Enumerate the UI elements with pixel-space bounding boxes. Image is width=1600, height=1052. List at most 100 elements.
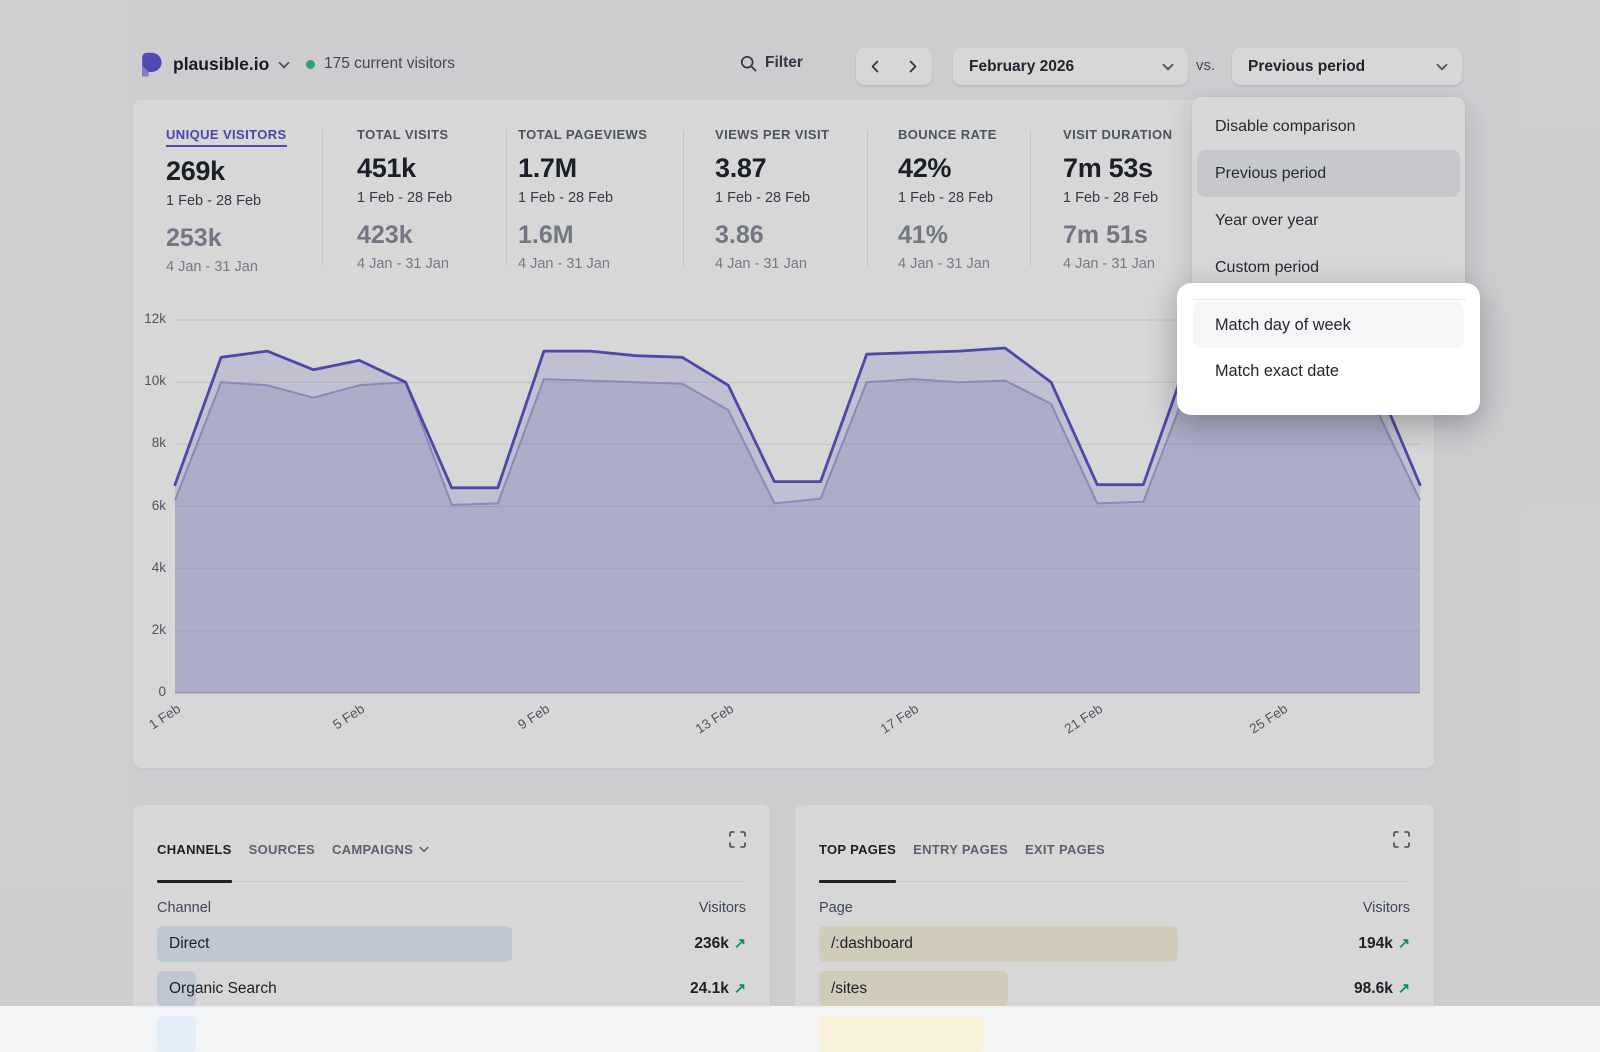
tab-sources[interactable]: SOURCES bbox=[249, 817, 315, 881]
row-label[interactable]: Organic Search bbox=[169, 980, 277, 998]
row-bar bbox=[157, 1016, 196, 1052]
row-value: 24.1k bbox=[690, 980, 729, 998]
metric-value: 269k bbox=[166, 158, 287, 185]
metric-divider bbox=[683, 130, 684, 266]
comparison-dropdown[interactable]: Previous period bbox=[1232, 48, 1462, 85]
metric-prev-value: 3.86 bbox=[715, 223, 829, 248]
menu-item-disable-comparison[interactable]: Disable comparison bbox=[1192, 103, 1465, 150]
metric-divider bbox=[322, 130, 323, 266]
expand-icon[interactable] bbox=[1393, 831, 1410, 848]
metric-value: 451k bbox=[357, 155, 452, 182]
table-row[interactable]: /sites 98.6k ↗ bbox=[819, 971, 1410, 1007]
row-label[interactable]: /:dashboard bbox=[831, 935, 913, 953]
menu-item-match-day-of-week[interactable]: Match day of week bbox=[1193, 302, 1464, 348]
column-header-channel: Channel bbox=[157, 900, 211, 916]
trend-up-icon: ↗ bbox=[734, 936, 746, 952]
match-options-popup: Match day of week Match exact date bbox=[1177, 283, 1480, 415]
metric-total-pageviews[interactable]: TOTAL PAGEVIEWS 1.7M 1 Feb - 28 Feb 1.6M… bbox=[518, 126, 647, 272]
row-label[interactable]: /sites bbox=[831, 980, 867, 998]
tab-label: TOP PAGES bbox=[819, 842, 896, 857]
metric-period: 1 Feb - 28 Feb bbox=[357, 190, 452, 206]
row-label[interactable]: Direct bbox=[169, 935, 209, 953]
metric-prev-value: 1.6M bbox=[518, 223, 647, 248]
chevron-down-icon bbox=[1162, 63, 1174, 71]
metric-period: 1 Feb - 28 Feb bbox=[166, 193, 287, 209]
current-visitors[interactable]: 175 current visitors bbox=[306, 55, 455, 73]
expand-icon[interactable] bbox=[729, 831, 746, 848]
metric-prev-value: 253k bbox=[166, 226, 287, 251]
channels-rows: Direct 236k↗ Organic Search 24.1k ↗ bbox=[157, 926, 746, 1052]
menu-item-match-exact-date[interactable]: Match exact date bbox=[1193, 348, 1464, 394]
metric-prev-value: 423k bbox=[357, 223, 452, 248]
search-icon bbox=[740, 55, 757, 72]
tab-channels[interactable]: CHANNELS bbox=[157, 817, 232, 881]
metric-prev-value: 41% bbox=[898, 223, 997, 248]
row-value: 98.6k bbox=[1354, 980, 1393, 998]
prev-period-arrow-button[interactable] bbox=[856, 60, 894, 73]
metric-period: 1 Feb - 28 Feb bbox=[898, 190, 997, 206]
metric-period: 1 Feb - 28 Feb bbox=[518, 190, 647, 206]
metric-period: 1 Feb - 28 Feb bbox=[1063, 190, 1172, 206]
column-header-visitors: Visitors bbox=[699, 900, 746, 916]
metric-label: UNIQUE VISITORS bbox=[166, 127, 287, 147]
metric-prev-period: 4 Jan - 31 Jan bbox=[357, 256, 452, 272]
table-row-partial[interactable] bbox=[157, 1016, 746, 1052]
chevron-down-icon bbox=[278, 61, 290, 69]
filter-button[interactable]: Filter bbox=[740, 54, 803, 72]
channels-tabs: CHANNELS SOURCES CAMPAIGNS bbox=[157, 805, 746, 882]
metric-unique-visitors[interactable]: UNIQUE VISITORS 269k 1 Feb - 28 Feb 253k… bbox=[166, 126, 287, 275]
metric-value: 3.87 bbox=[715, 155, 829, 182]
channels-panel: CHANNELS SOURCES CAMPAIGNS Channel Visit… bbox=[133, 805, 770, 1006]
live-dot-icon bbox=[306, 60, 315, 69]
metric-divider bbox=[506, 130, 507, 266]
metric-value: 7m 53s bbox=[1063, 155, 1172, 182]
metric-views-per-visit[interactable]: VIEWS PER VISIT 3.87 1 Feb - 28 Feb 3.86… bbox=[715, 126, 829, 272]
y-axis-tick: 0 bbox=[118, 684, 166, 699]
tab-exit-pages[interactable]: EXIT PAGES bbox=[1025, 817, 1105, 881]
tab-campaigns[interactable]: CAMPAIGNS bbox=[332, 817, 429, 881]
metric-period: 1 Feb - 28 Feb bbox=[715, 190, 829, 206]
row-value: 194k bbox=[1358, 935, 1392, 953]
comparison-label: Previous period bbox=[1248, 58, 1365, 76]
metric-bounce-rate[interactable]: BOUNCE RATE 42% 1 Feb - 28 Feb 41% 4 Jan… bbox=[898, 126, 997, 272]
metric-label: TOTAL VISITS bbox=[357, 127, 448, 142]
comparison-menu: Disable comparison Previous period Year … bbox=[1192, 97, 1465, 297]
current-visitors-label: 175 current visitors bbox=[324, 55, 455, 73]
date-pager bbox=[856, 48, 932, 85]
date-range-label: February 2026 bbox=[969, 58, 1074, 76]
menu-item-previous-period[interactable]: Previous period bbox=[1197, 150, 1460, 197]
table-row[interactable]: /:dashboard 194k↗ bbox=[819, 926, 1410, 962]
pages-tabs: TOP PAGES ENTRY PAGES EXIT PAGES bbox=[819, 805, 1410, 882]
y-axis-tick: 8k bbox=[118, 435, 166, 450]
metric-visit-duration[interactable]: VISIT DURATION 7m 53s 1 Feb - 28 Feb 7m … bbox=[1063, 126, 1172, 272]
chevron-down-icon bbox=[1436, 63, 1448, 71]
metric-label: VISIT DURATION bbox=[1063, 127, 1172, 142]
metric-label: VIEWS PER VISIT bbox=[715, 127, 829, 142]
pages-panel: TOP PAGES ENTRY PAGES EXIT PAGES Page Vi… bbox=[795, 805, 1434, 1006]
tab-top-pages[interactable]: TOP PAGES bbox=[819, 817, 896, 881]
site-switcher[interactable]: plausible.io bbox=[140, 52, 290, 77]
metric-label: BOUNCE RATE bbox=[898, 127, 997, 142]
date-range-dropdown[interactable]: February 2026 bbox=[953, 48, 1188, 85]
vs-label: vs. bbox=[1196, 57, 1215, 74]
table-row[interactable]: Organic Search 24.1k ↗ bbox=[157, 971, 746, 1007]
pages-column-headers: Page Visitors bbox=[819, 900, 1410, 916]
metric-prev-period: 4 Jan - 31 Jan bbox=[715, 256, 829, 272]
table-row-partial[interactable] bbox=[819, 1016, 1410, 1052]
column-header-page: Page bbox=[819, 900, 853, 916]
trend-up-icon: ↗ bbox=[1398, 981, 1410, 997]
tab-label: CHANNELS bbox=[157, 842, 232, 857]
site-name: plausible.io bbox=[173, 54, 269, 75]
y-axis-tick: 2k bbox=[118, 622, 166, 637]
metric-total-visits[interactable]: TOTAL VISITS 451k 1 Feb - 28 Feb 423k 4 … bbox=[357, 126, 452, 272]
y-axis-tick: 6k bbox=[118, 498, 166, 513]
channels-column-headers: Channel Visitors bbox=[157, 900, 746, 916]
trend-up-icon: ↗ bbox=[734, 981, 746, 997]
popup-divider bbox=[1192, 299, 1466, 300]
menu-item-year-over-year[interactable]: Year over year bbox=[1192, 197, 1465, 244]
metric-divider bbox=[867, 130, 868, 266]
next-period-arrow-button[interactable] bbox=[894, 60, 932, 73]
tab-entry-pages[interactable]: ENTRY PAGES bbox=[913, 817, 1008, 881]
tab-label: ENTRY PAGES bbox=[913, 842, 1008, 857]
table-row[interactable]: Direct 236k↗ bbox=[157, 926, 746, 962]
